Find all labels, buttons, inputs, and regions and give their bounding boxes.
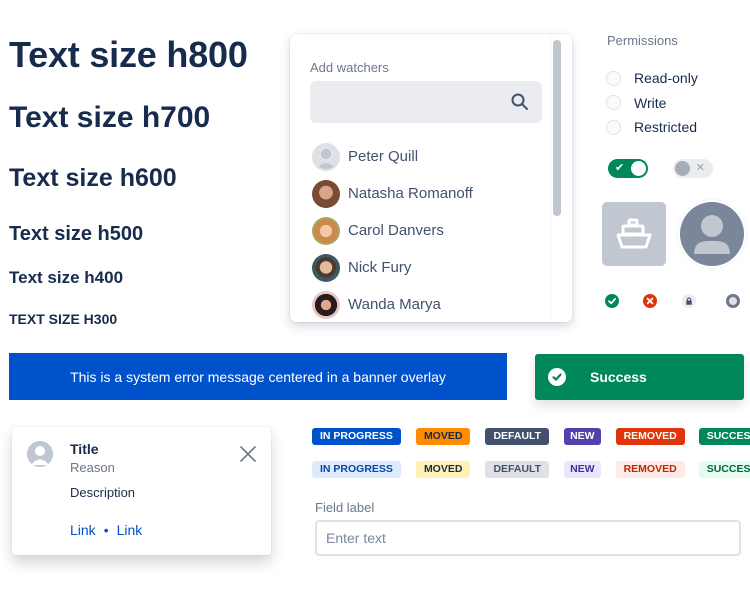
watcher-item[interactable]: Carol Danvers [312,212,473,249]
watcher-item[interactable]: Nick Fury [312,249,473,286]
watcher-item[interactable]: Peter Quill [312,138,473,175]
lozenge-success-bold: Success [698,428,750,445]
locked-status-icon [682,294,696,308]
error-status-icon [643,294,657,308]
heading-h300: Text size h300 [9,311,118,327]
flag-links: Link • Link [70,522,142,538]
permissions-label: Permissions [607,33,678,48]
lozenge-removed-bold: Removed [615,428,685,445]
radio-label: Restricted [634,119,698,136]
default-avatar-icon [312,142,340,171]
lozenge-success-subtle: Success [698,461,750,478]
watcher-name: Wanda Marya [348,296,441,313]
radio-write[interactable]: Write [606,91,698,116]
bold-lozenges: In progress Moved Default New Removed Su… [312,428,750,445]
watcher-name: Peter Quill [348,148,419,165]
lozenge-default-subtle: Default [485,461,550,478]
permissions-radio-group: Read-only Write Restricted [606,66,698,140]
watcher-item[interactable]: Wanda Marya [312,286,473,322]
toggle-knob [675,161,690,176]
toggle-off[interactable]: ✕ [673,159,713,178]
flag-description: Description [70,485,136,500]
ship-icon [616,218,652,255]
radio-label: Write [634,94,667,111]
flag-link-1[interactable]: Link [70,522,96,538]
close-icon[interactable] [239,445,257,463]
link-separator: • [103,522,109,538]
scrollbar-thumb[interactable] [553,40,561,216]
add-watchers-popup: Add watchers Peter Quill Natasha Romanof… [290,34,572,322]
offline-status-icon [726,294,740,308]
heading-h700: Text size h700 [9,101,211,134]
user-avatar [680,202,744,266]
success-flag: Success [535,354,744,400]
watchers-list: Peter Quill Natasha Romanoff Carol Danve… [312,138,473,322]
check-circle-icon [548,368,566,386]
flag-link-2[interactable]: Link [117,522,143,538]
toggle-knob [631,161,646,176]
flag-reason: Reason [70,460,115,475]
watcher-name: Natasha Romanoff [348,185,473,202]
cross-icon: ✕ [695,162,705,174]
lozenge-new-bold: New [564,428,601,445]
project-avatar [602,202,666,266]
lozenge-default-bold: Default [485,428,550,445]
success-status-icon [605,294,619,308]
radio-read-only[interactable]: Read-only [606,66,698,91]
watcher-name: Carol Danvers [348,222,444,239]
field-label: Field label [315,500,375,515]
lozenge-moved-subtle: Moved [415,461,471,478]
lozenge-in-progress-subtle: In progress [312,461,401,478]
user-photo-avatar [312,253,340,282]
watcher-item[interactable]: Natasha Romanoff [312,175,473,212]
add-watchers-label: Add watchers [310,60,389,75]
default-avatar-icon [27,441,53,467]
success-flag-text: Success [590,369,647,385]
radio-circle[interactable] [606,119,621,135]
user-photo-avatar [312,216,340,245]
error-banner: This is a system error message centered … [9,353,507,400]
radio-restricted[interactable]: Restricted [606,115,698,140]
text-field-input[interactable] [315,520,741,556]
flag-card: Title Reason Description Link • Link [12,427,271,555]
heading-h400: Text size h400 [9,268,124,287]
heading-h800: Text size h800 [9,34,248,75]
user-photo-avatar [312,290,340,319]
radio-circle[interactable] [606,70,621,86]
scrollbar-track [550,34,551,322]
lozenge-in-progress-bold: In progress [312,428,401,445]
radio-circle[interactable] [606,95,621,111]
check-icon: ✔ [615,162,625,174]
error-banner-text: This is a system error message centered … [70,368,446,385]
toggle-on[interactable]: ✔ [608,159,648,178]
flag-title: Title [70,441,99,457]
radio-label: Read-only [634,70,698,87]
heading-h600: Text size h600 [9,164,177,192]
watcher-name: Nick Fury [348,259,412,276]
lozenge-new-subtle: New [564,461,601,478]
lozenge-removed-subtle: Removed [615,461,685,478]
person-icon [680,202,744,266]
search-icon[interactable] [510,92,530,112]
watchers-search-input[interactable] [310,81,542,123]
heading-h500: Text size h500 [9,223,144,245]
user-photo-avatar [312,179,340,208]
lozenge-moved-bold: Moved [415,428,471,445]
subtle-lozenges: In progress Moved Default New Removed Su… [312,461,750,478]
